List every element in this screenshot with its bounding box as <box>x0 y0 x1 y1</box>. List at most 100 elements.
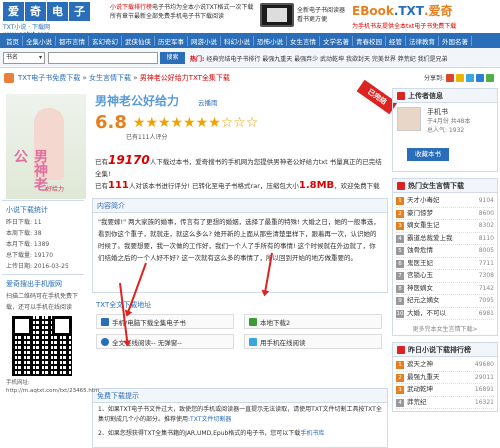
share-label: 分享到: <box>423 75 444 82</box>
nav-item[interactable]: 玄幻奇幻 <box>89 35 122 46</box>
list-item-count: 6981 <box>478 309 494 317</box>
rank-badge: 5 <box>396 247 404 255</box>
home-icon[interactable] <box>4 73 14 83</box>
weibo-share-icon[interactable] <box>446 73 454 82</box>
list-item-title[interactable]: 纪元之嫡女 <box>407 296 440 304</box>
download-local-button[interactable]: 本地下载2 <box>244 314 382 329</box>
renren-share-icon[interactable] <box>476 73 484 82</box>
list-item-count: 8110 <box>478 234 494 242</box>
rank-badge: 8 <box>396 284 404 293</box>
search-bar: 书名 搜索 热门: 经典完结电子书排行 最强九重天 最强弃少 武动乾坤 我欲封天… <box>0 48 500 68</box>
cover-subtitle: 好给力 <box>46 186 65 193</box>
nav-item[interactable]: 经管 <box>386 35 406 46</box>
download-stats-box: 小说下载统计 昨日下载: 11 本周下载: 38 本月下载: 1389 总下载量: 1… <box>2 200 84 274</box>
breadcrumb-category[interactable]: 女生言情下载 <box>89 73 131 83</box>
header-ad-text[interactable]: 小说下载排行榜电子书均为全本小说TXT格式一次下载所有章节最新全部免费手机电子书… <box>110 3 256 21</box>
mobile-url[interactable]: http://m.aqtxt.com/txt/23465.htm <box>6 388 99 394</box>
list-item[interactable]: 5 蚀骨危情 8005 <box>396 245 494 258</box>
nav-item[interactable]: 文学名著 <box>320 35 353 46</box>
list-item-title[interactable]: 最强九重天 <box>407 373 440 381</box>
rank-badge: 1 <box>396 197 404 205</box>
rank-badge: 2 <box>396 209 404 218</box>
read-online-button[interactable]: 全文在线阅读-- 无弹窗-- <box>96 334 234 349</box>
breadcrumb-home[interactable]: TXT电子书免费下载 <box>18 73 80 83</box>
list-item-title[interactable]: 豪门惊梦 <box>407 209 433 217</box>
list-item[interactable]: 7 宫锁心玉 7308 <box>396 270 494 283</box>
wechat-share-icon[interactable] <box>486 73 494 82</box>
nav-item[interactable]: 恐怖小说 <box>254 35 287 46</box>
stat-line: 上传日期: 2016-03-25 <box>6 263 69 270</box>
list-item-title[interactable]: 蚀骨危情 <box>407 246 433 254</box>
ebook-banner[interactable]: EBook.TXT.爱奇 为手机书友提供全本txt电子书免费下载 <box>352 2 498 30</box>
list-item[interactable]: 4 霸道总裁爱上我 8110 <box>396 233 494 245</box>
nav-item[interactable]: 科幻小说 <box>221 35 254 46</box>
list-item-title[interactable]: 神医嫡女 <box>407 284 433 292</box>
list-item-title[interactable]: 大婚，不可以 <box>407 309 446 317</box>
nav-item[interactable]: 外国名著 <box>439 35 472 46</box>
nav-item[interactable]: 都市言情 <box>56 35 89 46</box>
favorite-button[interactable]: 收藏本书 <box>407 148 449 161</box>
stat-line: 本周下载: 38 <box>6 230 42 237</box>
download-pc-button[interactable]: 手机/电脑下载全集电子书 <box>96 314 234 329</box>
mobile-read-button[interactable]: 用手机在线阅读 <box>244 334 382 349</box>
list-item-count: 7142 <box>478 284 494 292</box>
nav-item[interactable]: 网游小说 <box>188 35 221 46</box>
uploader-heading: 上传者信息 <box>408 91 443 100</box>
list-item-title[interactable]: 宫锁心玉 <box>407 271 433 279</box>
search-button[interactable]: 搜索 <box>160 52 185 64</box>
list-item[interactable]: 2 最强九重天 29011 <box>396 372 494 384</box>
list-item-title[interactable]: 嫡女重生记 <box>407 221 440 229</box>
nav-item[interactable]: 青春校园 <box>353 35 386 46</box>
list-item-title[interactable]: 天才小毒妃 <box>407 196 440 204</box>
nav-item[interactable]: 法律教育 <box>406 35 439 46</box>
header-ad-text-2[interactable]: 全新电子书阅读器看书更方便 <box>297 6 347 24</box>
list-item-count: 49680 <box>474 361 494 368</box>
book-author[interactable]: 云播雨 <box>198 97 218 107</box>
search-input[interactable] <box>48 52 158 64</box>
share-bar: 分享到: <box>424 73 494 82</box>
tips-heading: 免费下载提示 <box>93 389 387 403</box>
list-item[interactable]: 8 神医嫡女 7142 <box>396 283 494 295</box>
list-item-title[interactable]: 武动乾坤 <box>407 385 433 393</box>
rank-badge: 1 <box>396 361 404 369</box>
nav-item[interactable]: 全集小说 <box>23 35 56 46</box>
rating-stars[interactable]: ★★★★★★★☆☆☆ <box>133 115 259 131</box>
split-tool-link[interactable]: TXT文件切割器 <box>190 416 231 423</box>
list-item-title[interactable]: 霸道总裁爱上我 <box>407 234 453 242</box>
list-item[interactable]: 3 武动乾坤 16891 <box>396 384 494 397</box>
list-item[interactable]: 3 嫡女重生记 8302 <box>396 220 494 233</box>
uploader-name[interactable]: 手机书 <box>427 107 448 117</box>
list-item[interactable]: 6 鬼医王妃 7711 <box>396 258 494 270</box>
list-item-title[interactable]: 遮天之神 <box>407 360 433 368</box>
nav-item[interactable]: 历史军事 <box>155 35 188 46</box>
rank-badge: 3 <box>396 386 404 394</box>
qzone-share-icon[interactable] <box>456 73 464 82</box>
logo-char: 奇 <box>25 2 46 21</box>
intro-section: 内容简介 "我要嫁!" 两大家族的婚事，传言有了更想的婚姻，选择了最重的特殊! … <box>92 198 388 293</box>
list-item-count: 9104 <box>478 197 494 204</box>
hot-search-links[interactable]: 经典完结电子书排行 最强九重天 最强弃少 武动乾坤 我欲封天 完美世界 莽荒纪 … <box>206 56 447 63</box>
list-item[interactable]: 1 天才小毒妃 9104 <box>396 195 494 208</box>
list-item-title[interactable]: 莽荒纪 <box>407 398 427 406</box>
hot-girls-box: 热门女生言情下载 1 天才小毒妃 9104 2 豪门惊梦 8600 3 嫡女重生记 8302 4 霸… <box>392 178 498 336</box>
nav-item[interactable]: 武侠仙侠 <box>122 35 155 46</box>
tip-2: 2、如果您想获得TXT全集书籍的JAR,UMD,Epub格式的电子书，您可以下载… <box>98 430 325 437</box>
book-title: 男神老公好给力 <box>95 94 180 108</box>
list-item[interactable]: 4 莽荒纪 16321 <box>396 397 494 409</box>
list-item[interactable]: 2 豪门惊梦 8600 <box>396 208 494 220</box>
list-item[interactable]: 9 纪元之嫡女 7095 <box>396 295 494 308</box>
list-item-title[interactable]: 鬼医王妃 <box>407 259 433 267</box>
site-logo[interactable]: 爱 奇 电 子 TXT小说 · 下载网 www.aqtxt.com <box>3 2 91 38</box>
search-type-select[interactable]: 书名 <box>3 52 45 64</box>
list-item-count: 7308 <box>478 272 494 279</box>
tencent-share-icon[interactable] <box>466 73 474 82</box>
list-item[interactable]: 1 遮天之神 49680 <box>396 359 494 372</box>
nav-item[interactable]: 首页 <box>3 35 23 46</box>
rank-badge: 2 <box>396 373 404 382</box>
list-item[interactable]: 10 大婚，不可以 6981 <box>396 308 494 320</box>
library-link[interactable]: 手机书库 <box>300 430 324 437</box>
yesterday-box: 昨日小说下载排行榜 1 遮天之神 49680 2 最强九重天 29011 3 武动乾坤 1689… <box>392 342 498 412</box>
avatar[interactable] <box>397 107 421 131</box>
more-link[interactable]: 更多完本女生言情下载> <box>393 322 497 335</box>
nav-item[interactable]: 女生言情 <box>287 35 320 46</box>
